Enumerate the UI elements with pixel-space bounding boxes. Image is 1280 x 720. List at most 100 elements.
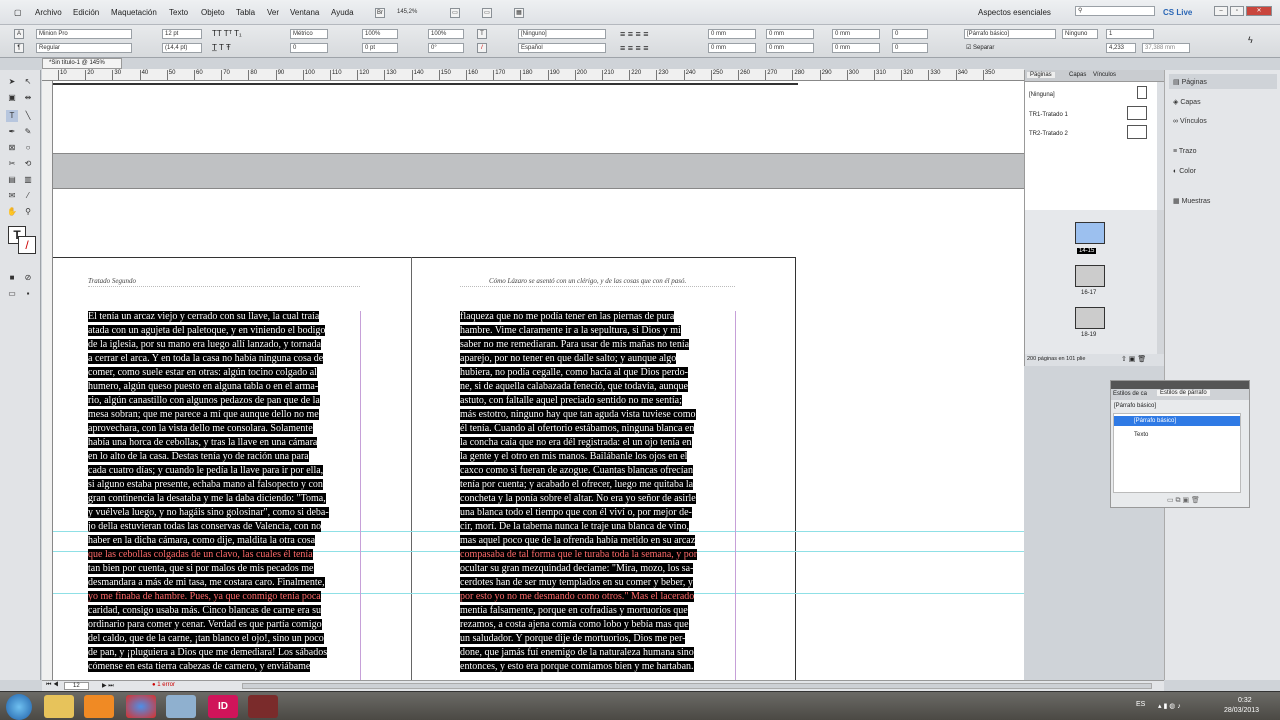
text-line[interactable]: El tenía un arcaz viejo y cerrado con su… <box>88 310 363 324</box>
normal-view-icon[interactable]: ▭ <box>6 288 18 300</box>
text-line[interactable]: ordinario para comer y cenar. Verdad es … <box>88 618 363 632</box>
clock-date[interactable]: 28/03/2013 <box>1224 707 1259 714</box>
text-line[interactable]: caxco como si fueran de azogue. Cuantas … <box>460 464 736 478</box>
drop-lines-field[interactable]: 0 <box>892 29 928 39</box>
drop-chars-field[interactable]: 0 <box>892 43 928 53</box>
rectangle-frame-tool-icon[interactable]: ⊠ <box>6 142 18 154</box>
text-line[interactable]: de la iglesia, por su mano era luego all… <box>88 338 363 352</box>
text-line[interactable]: cómense en esta tierra cabezas de carner… <box>88 660 363 674</box>
type-tool-icon[interactable]: T <box>6 110 18 122</box>
chrome-icon[interactable] <box>126 695 156 718</box>
vertical-ruler[interactable] <box>42 81 53 680</box>
view-options-icon[interactable]: ▭ <box>450 8 460 18</box>
recorder-icon[interactable] <box>248 695 278 718</box>
eyedropper-tool-icon[interactable]: ⁄ <box>22 190 34 202</box>
master-tr1[interactable]: TR1-Tratado 1 <box>1029 112 1068 118</box>
menu-texto[interactable]: Texto <box>169 8 188 17</box>
text-line[interactable]: que las cebollas colgadas de un clavo, l… <box>88 548 363 562</box>
page-tool-icon[interactable]: ▣ <box>6 92 18 104</box>
text-line[interactable]: gran continencia la desataba y me la dab… <box>88 492 363 506</box>
right-text-frame[interactable]: flaqueza que no me podía tener en las pi… <box>460 310 736 674</box>
vertical-scale-field[interactable]: 100% <box>362 29 398 39</box>
char-mode-icon[interactable]: A <box>14 29 24 39</box>
side-paginas[interactable]: ▤ Páginas <box>1173 78 1207 86</box>
panel-titlebar[interactable] <box>1111 381 1249 389</box>
page-nav-first-icon[interactable]: ⏮ ◀ <box>46 682 58 689</box>
first-line-field[interactable]: 0 mm <box>708 43 756 53</box>
master-tr2[interactable]: TR2-Tratado 2 <box>1029 131 1068 137</box>
text-line[interactable]: done, que jamás fuí enemigo de la natura… <box>460 646 736 660</box>
tab-vinculos[interactable]: Vínculos <box>1093 72 1116 78</box>
tracking-field[interactable]: 0 <box>290 43 328 53</box>
leading-field[interactable]: (14,4 pt) <box>162 43 202 53</box>
text-line[interactable]: comer, como suele estar en otras: algún … <box>88 366 363 380</box>
pencil-tool-icon[interactable]: ✎ <box>22 126 34 138</box>
indent-right-field[interactable]: 0 mm <box>766 29 814 39</box>
lightning-icon[interactable]: ϟ <box>1248 35 1253 45</box>
left-text-frame[interactable]: El tenía un arcaz viejo y cerrado con su… <box>88 310 363 674</box>
master-thumb[interactable] <box>1137 86 1147 99</box>
gap-tool-icon[interactable]: ⇹ <box>22 92 34 104</box>
menu-ayuda[interactable]: Ayuda <box>331 8 354 17</box>
tab-char-styles[interactable]: Estilos de ca <box>1113 391 1147 397</box>
spread-label[interactable]: 18-19 <box>1081 332 1096 338</box>
text-line[interactable]: flaqueza que no me podía tener en las pi… <box>460 310 736 324</box>
stroke-none-icon[interactable]: / <box>477 43 487 53</box>
text-line[interactable]: rezamos, a costa ajena comía como lobo y… <box>460 618 736 632</box>
gradient-feather-tool-icon[interactable]: ▥ <box>22 174 34 186</box>
side-color[interactable]: ◐ Color <box>1173 168 1196 175</box>
text-line[interactable]: había una horca de cebollas, y tras la l… <box>88 436 363 450</box>
text-line[interactable]: del caldo, que de la carne, ¡tan blanco … <box>88 632 363 646</box>
caps-icons[interactable]: TT Tᵀ T₁ <box>212 29 242 38</box>
menu-tabla[interactable]: Tabla <box>236 8 255 17</box>
char-style-field[interactable]: [Ninguno] <box>518 29 606 39</box>
cs-live-button[interactable]: CS Live <box>1163 8 1192 17</box>
line-tool-icon[interactable]: ╲ <box>22 110 34 122</box>
transform-tool-icon[interactable]: ⟲ <box>22 158 34 170</box>
text-line[interactable]: concheta y la ponía sobre el altar. No e… <box>460 492 736 506</box>
zoom-level[interactable]: 145,2% <box>395 8 435 18</box>
column-width-field[interactable]: 37,388 mm <box>1142 43 1190 53</box>
style-item-texto[interactable]: Texto <box>1114 430 1240 440</box>
text-line[interactable]: aparejo, por no tener en que dalle salto… <box>460 352 736 366</box>
hand-tool-icon[interactable]: ✋ <box>6 206 18 218</box>
selection-tool-icon[interactable]: ➤ <box>6 76 18 88</box>
page-nav-next-icon[interactable]: ▶ ⏭ <box>102 682 114 690</box>
text-line[interactable]: cir, morí. De la taberna nunca le traje … <box>460 520 736 534</box>
menu-maquetacion[interactable]: Maquetación <box>111 8 157 17</box>
text-line[interactable]: ne, si de aquella calabazada feneció, qu… <box>460 380 736 394</box>
separar-checkbox[interactable]: ☑ Separar <box>966 44 994 51</box>
text-line[interactable]: por esto yo no me desmando como otros." … <box>460 590 736 604</box>
text-line[interactable]: una blanca todo el tiempo que con él viv… <box>460 506 736 520</box>
style-item-basico[interactable]: [Párrafo básico] <box>1114 416 1240 426</box>
zoom-tool-icon[interactable]: ⚲ <box>22 206 34 218</box>
text-line[interactable]: cerdotes han de ser muy templados en su … <box>460 576 736 590</box>
master-thumb[interactable] <box>1127 106 1147 120</box>
align-buttons[interactable]: ≡ ≡ ≡ ≡ <box>620 29 649 39</box>
menu-ventana[interactable]: Ventana <box>290 8 319 17</box>
bridge-icon[interactable]: Br <box>375 8 385 18</box>
styles-footer-icons[interactable]: ▭ ⧉ ▣ 🗑 <box>1167 496 1200 505</box>
apply-color-icon[interactable]: ■ <box>6 272 18 284</box>
spread-thumb[interactable] <box>1075 222 1105 244</box>
text-line[interactable]: mas aquel poco que de la ofrenda había m… <box>460 534 736 548</box>
text-line[interactable]: caridad, consigo usaba más. Cinco blanca… <box>88 604 363 618</box>
page-number-field[interactable]: 12 <box>64 682 89 690</box>
app-icon[interactable]: ▢ <box>14 8 22 17</box>
text-line[interactable]: de pan, y ¡pluguiera a Dios que me demed… <box>88 646 363 660</box>
text-line[interactable]: tan bien por cuenta, que si por malos de… <box>88 562 363 576</box>
horizontal-scale-field[interactable]: 100% <box>428 29 464 39</box>
panel-footer-icons[interactable]: ⇧ ▣ 🗑 <box>1121 355 1146 363</box>
side-muestras[interactable]: ▦ Muestras <box>1173 197 1210 205</box>
para-mode-icon[interactable]: ¶ <box>14 43 24 53</box>
minimize-button[interactable]: – <box>1214 6 1228 16</box>
side-trazo[interactable]: ≡ Trazo <box>1173 148 1197 155</box>
text-line[interactable]: compasaba de tal forma que le turaba tod… <box>460 548 736 562</box>
explorer-icon[interactable] <box>44 695 74 718</box>
arrange-docs-icon[interactable]: ▦ <box>514 8 524 18</box>
baseline-shift-field[interactable]: 0 pt <box>362 43 398 53</box>
space-before-field[interactable]: 0 mm <box>832 29 880 39</box>
para-style-field[interactable]: [Párrafo básico] <box>964 29 1056 39</box>
tray-icons[interactable]: ▴ ▮ ◍ ♪ <box>1158 702 1181 710</box>
stroke-swatch-icon[interactable]: / <box>18 236 36 254</box>
